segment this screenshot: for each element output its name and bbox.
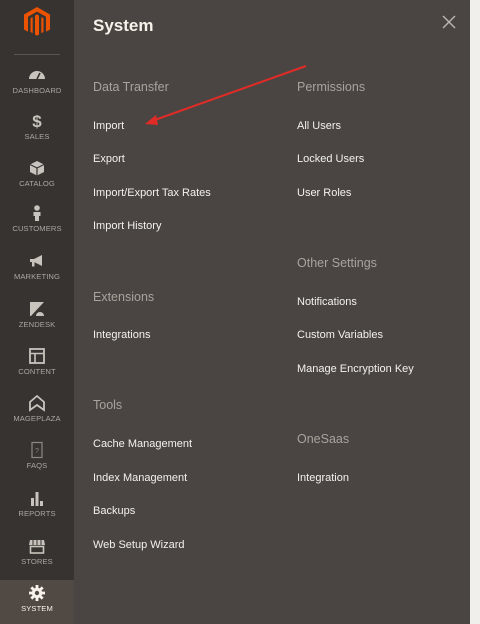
system-menu-panel: System Data Transfer Import Export Impor… [74, 0, 480, 624]
sidebar-item-dashboard[interactable]: DASHBOARD [0, 66, 74, 112]
zendesk-icon [28, 300, 46, 318]
menu-link-notifications[interactable]: Notifications [297, 296, 357, 308]
page-background-edge [470, 0, 480, 624]
menu-link-import-history[interactable]: Import History [93, 220, 161, 232]
sidebar-item-label: STORES [21, 557, 53, 566]
sidebar-item-label: CONTENT [18, 367, 56, 376]
store-icon [28, 537, 46, 555]
sidebar-item-label: MAGEPLAZA [13, 414, 61, 423]
menu-link-user-roles[interactable]: User Roles [297, 187, 351, 199]
box-icon [28, 159, 46, 177]
sidebar-item-label: CUSTOMERS [12, 224, 62, 233]
sidebar-item-label: DASHBOARD [12, 86, 62, 95]
sidebar-divider [14, 54, 60, 55]
svg-text:?: ? [35, 448, 39, 455]
faq-icon: ? [28, 441, 46, 459]
menu-link-export[interactable]: Export [93, 153, 125, 165]
dashboard-icon [28, 66, 46, 84]
group-title-permissions: Permissions [297, 80, 366, 94]
svg-text:$: $ [32, 112, 42, 130]
group-title-tools: Tools [93, 398, 123, 412]
sidebar-item-mageplaza[interactable]: MAGEPLAZA [0, 394, 74, 440]
group-title-onesaas: OneSaas [297, 432, 350, 446]
layout-icon [28, 347, 46, 365]
menu-link-locked-users[interactable]: Locked Users [297, 153, 364, 165]
group-title-data-transfer: Data Transfer [93, 80, 169, 94]
close-icon[interactable] [441, 14, 457, 30]
menu-link-integrations[interactable]: Integrations [93, 329, 150, 341]
sidebar-item-sales[interactable]: $ SALES [0, 112, 74, 158]
sidebar-item-label: MARKETING [13, 272, 61, 281]
gear-icon [28, 584, 46, 602]
sidebar-item-catalog[interactable]: CATALOG [0, 159, 74, 205]
bar-chart-icon [28, 489, 46, 507]
dollar-icon: $ [28, 112, 46, 131]
menu-link-backups[interactable]: Backups [93, 505, 135, 517]
sidebar-item-system[interactable]: SYSTEM [0, 580, 74, 624]
sidebar-item-label: CATALOG [19, 179, 55, 188]
menu-link-all-users[interactable]: All Users [297, 120, 341, 132]
sidebar-item-label: SYSTEM [21, 604, 53, 613]
panel-title: System [93, 16, 154, 35]
sidebar-item-reports[interactable]: REPORTS [0, 489, 74, 535]
menu-link-web-setup-wizard[interactable]: Web Setup Wizard [93, 539, 185, 551]
megaphone-icon [28, 252, 46, 270]
menu-link-custom-variables[interactable]: Custom Variables [297, 329, 383, 341]
menu-link-import[interactable]: Import [93, 120, 124, 132]
menu-link-onesaas-integration[interactable]: Integration [297, 472, 349, 484]
magento-logo-icon[interactable] [24, 7, 50, 37]
menu-link-import-export-tax-rates[interactable]: Import/Export Tax Rates [93, 187, 211, 199]
sidebar-item-label: ZENDESK [18, 320, 56, 329]
sidebar-item-customers[interactable]: CUSTOMERS [0, 204, 74, 250]
sidebar-item-faqs[interactable]: ? FAQS [0, 441, 74, 487]
menu-link-cache-management[interactable]: Cache Management [93, 438, 192, 450]
sidebar-item-label: REPORTS [18, 509, 56, 518]
person-icon [28, 204, 46, 222]
menu-link-manage-encryption-key[interactable]: Manage Encryption Key [297, 363, 414, 375]
sidebar-item-zendesk[interactable]: ZENDESK [0, 300, 74, 346]
menu-link-index-management[interactable]: Index Management [93, 472, 187, 484]
sidebar-item-content[interactable]: CONTENT [0, 347, 74, 393]
group-title-extensions: Extensions [93, 290, 155, 304]
sidebar-item-label: SALES [24, 132, 50, 141]
sidebar-item-label: FAQS [26, 461, 48, 470]
admin-sidebar: DASHBOARD $ SALES CATALOG CUSTOMERS MARK… [0, 0, 74, 624]
sidebar-item-stores[interactable]: STORES [0, 537, 74, 583]
sidebar-item-marketing[interactable]: MARKETING [0, 252, 74, 298]
group-title-other-settings: Other Settings [297, 256, 377, 270]
mageplaza-icon [28, 394, 46, 412]
